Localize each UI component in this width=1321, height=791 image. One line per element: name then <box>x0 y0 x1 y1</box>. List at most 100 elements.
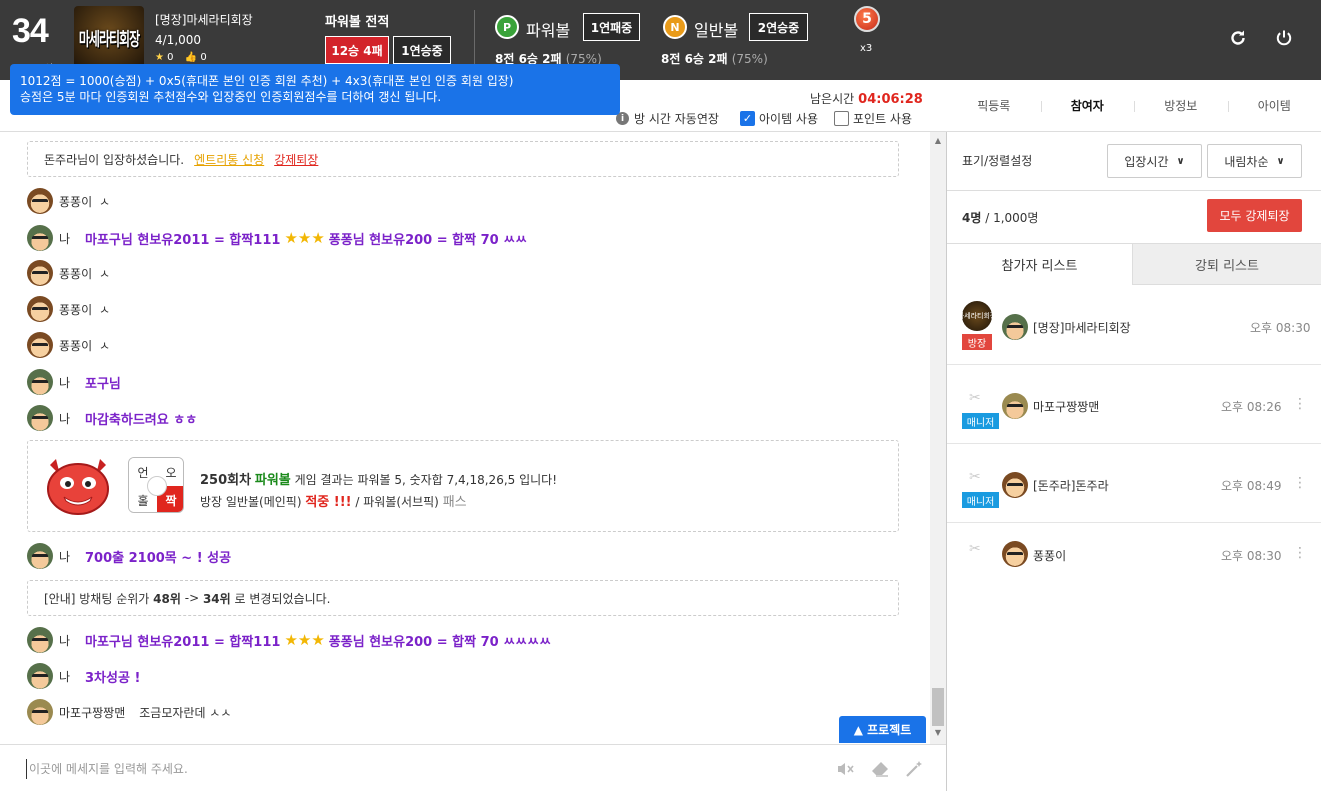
participant-row[interactable]: 마세라티회장 방장 [명장]마세라티회장 오후 08:30 <box>947 286 1321 365</box>
participant-name: [명장]마세라티회장 <box>1033 321 1131 335</box>
avatar[interactable] <box>27 543 53 569</box>
avatar[interactable] <box>27 260 53 286</box>
participant-row[interactable]: ✂ 퐁퐁이 오후 08:30 ⋮ <box>947 523 1321 585</box>
room-stats: ★ 0 👍 0 <box>155 52 215 63</box>
like-count: 0 <box>200 52 207 63</box>
protect-button[interactable]: ▲ 프로젝트 <box>839 716 926 743</box>
score-tooltip: 1012점 = 1000(승점) + 0x5(휴대폰 본인 인증 회원 추천) … <box>10 64 620 115</box>
sort-label: 표기/정렬설정 <box>962 154 1033 168</box>
chat-message: 퐁퐁이 ㅅ <box>27 188 110 214</box>
chat-message: 나 700출 2100목 ~ ! 성공 <box>27 543 231 569</box>
avatar <box>1002 541 1028 567</box>
use-point-checkbox[interactable]: 포인트 사용 <box>834 110 912 127</box>
participant-time: 오후 08:30 <box>1221 549 1282 563</box>
devil-mascot-icon <box>47 459 109 515</box>
participant-name: 마포구짱짱맨 <box>1033 400 1100 414</box>
medal-icon: 5 <box>854 4 880 32</box>
use-item-checkbox[interactable]: ✓ 아이템 사용 <box>740 110 818 127</box>
chevron-down-icon: ∨ <box>1176 155 1185 167</box>
tab-room-info[interactable]: 방정보 <box>1134 80 1228 132</box>
power-icon[interactable] <box>1273 27 1295 49</box>
header-divider <box>474 10 475 70</box>
mute-icon[interactable] <box>834 758 856 780</box>
scroll-up-arrow-icon[interactable]: ▲ <box>930 136 946 145</box>
avatar[interactable] <box>27 663 53 689</box>
record-badge: 12승 4패 <box>325 36 389 64</box>
odd-even-board: 언 오 홀 짝 <box>128 457 184 513</box>
chat-message: 나 포구님 <box>27 369 121 395</box>
kick-user-icon[interactable]: ✂ <box>969 541 981 557</box>
more-options-icon[interactable]: ⋮ <box>1293 475 1307 491</box>
avatar <box>1002 472 1028 498</box>
eraser-icon[interactable] <box>869 758 891 780</box>
checkbox-unchecked-icon[interactable] <box>834 111 849 126</box>
normalball-icon: N <box>663 15 687 39</box>
avatar[interactable] <box>27 369 53 395</box>
participant-row[interactable]: ✂ 매니저 [돈주라]돈주라 오후 08:49 ⋮ <box>947 444 1321 523</box>
star-icon: ★★★ <box>284 229 325 247</box>
refresh-icon[interactable] <box>1227 27 1249 49</box>
tab-pick-register[interactable]: 픽등록 <box>947 80 1041 132</box>
chat-message: 마포구짱짱맨 조금모자란데 ㅅㅅ <box>27 699 231 725</box>
room-avatar: 마세라티회장 <box>962 301 992 331</box>
avatar <box>1002 314 1028 340</box>
participant-time: 오후 08:26 <box>1221 400 1282 414</box>
avatar[interactable] <box>27 627 53 653</box>
chevron-down-icon: ∨ <box>1276 155 1285 167</box>
sort-order-select[interactable]: 내림차순 ∨ <box>1207 144 1302 178</box>
room-name: [명장]마세라티회장 <box>155 13 253 27</box>
checkbox-checked-icon[interactable]: ✓ <box>740 111 755 126</box>
manager-badge: 매니저 <box>962 492 999 508</box>
scroll-down-arrow-icon[interactable]: ▼ <box>930 728 946 737</box>
avatar[interactable] <box>27 699 53 725</box>
participant-name: [돈주라]돈주라 <box>1033 479 1109 493</box>
powerball-label: 파워볼 <box>526 21 571 40</box>
more-options-icon[interactable]: ⋮ <box>1293 396 1307 412</box>
chat-input[interactable] <box>26 759 806 779</box>
tab-participants[interactable]: 참여자 <box>1040 80 1135 132</box>
kick-link[interactable]: 강제퇴장 <box>274 151 318 168</box>
avatar[interactable] <box>27 188 53 214</box>
participant-name: 퐁퐁이 <box>1033 549 1067 563</box>
avatar[interactable] <box>27 332 53 358</box>
magic-wand-icon[interactable] <box>903 758 925 780</box>
participant-time: 오후 08:49 <box>1221 479 1282 493</box>
scroll-thumb[interactable] <box>932 688 944 726</box>
enter-notice: 돈주라 님이 입장하셨습니다. 엔트리통 신청 강제퇴장 <box>27 141 899 177</box>
avatar[interactable] <box>27 296 53 322</box>
medal-multiplier: x3 <box>860 43 873 54</box>
entry-apply-link[interactable]: 엔트리통 신청 <box>194 151 264 168</box>
room-avatar: 마세라티회장 <box>74 6 144 70</box>
thumbs-up-icon: 👍 <box>184 52 198 63</box>
participant-count: 4명 / 1,000명 <box>962 211 1039 225</box>
chat-message: 나 3차성공 ! <box>27 663 140 689</box>
room-count: 4/1,000 <box>155 33 202 47</box>
more-options-icon[interactable]: ⋮ <box>1293 545 1307 561</box>
powerball-record-title: 파워볼 전적 <box>325 15 390 30</box>
normalball-record: 8전 6승 2패 (75%) <box>661 52 768 66</box>
auto-extend-option[interactable]: i방 시간 자동연장 <box>616 110 719 127</box>
sort-by-select[interactable]: 입장시간 ∨ <box>1107 144 1202 178</box>
game-result-card: 언 오 홀 짝 250회차 파워볼 게임 결과는 파워볼 5, 숫자합 7,4,… <box>27 440 899 532</box>
participant-row[interactable]: ✂ 매니저 마포구짱짱맨 오후 08:26 ⋮ <box>947 365 1321 444</box>
avatar[interactable] <box>27 405 53 431</box>
chat-input-area <box>0 744 946 791</box>
chat-message: 퐁퐁이 ㅅ <box>27 296 110 322</box>
avatar[interactable] <box>27 225 53 251</box>
host-badge: 방장 <box>962 334 992 350</box>
rank-notice: [안내] 방채팅 순위가 48위 -> 34위 로 변경되었습니다. <box>27 580 899 616</box>
tab-items[interactable]: 아이템 <box>1227 80 1321 132</box>
tab-participant-list[interactable]: 참가자 리스트 <box>947 244 1133 285</box>
chat-message: 퐁퐁이 ㅅ <box>27 260 110 286</box>
chat-scrollbar[interactable]: ▲ ▼ <box>930 132 946 744</box>
tooltip-line-2: 승점은 5분 마다 인증회원 추천점수와 입장중인 인증회원점수를 더하여 갱신… <box>20 90 442 104</box>
star-icon: ★★★ <box>284 631 325 649</box>
rank-number: 34 <box>12 12 49 50</box>
kick-user-icon[interactable]: ✂ <box>969 469 981 485</box>
kick-user-icon[interactable]: ✂ <box>969 390 981 406</box>
chat-message: 나 마포구님 현보유2011 = 합짝111 ★★★ 퐁퐁님 현보유200 = … <box>27 627 551 653</box>
chat-message: 나 마감축하드려요 ㅎㅎ <box>27 405 197 431</box>
kick-all-button[interactable]: 모두 강제퇴장 <box>1207 199 1302 232</box>
remaining-time: 남은시간 04:06:28 <box>810 92 923 107</box>
tab-kicked-list[interactable]: 강퇴 리스트 <box>1133 244 1321 285</box>
